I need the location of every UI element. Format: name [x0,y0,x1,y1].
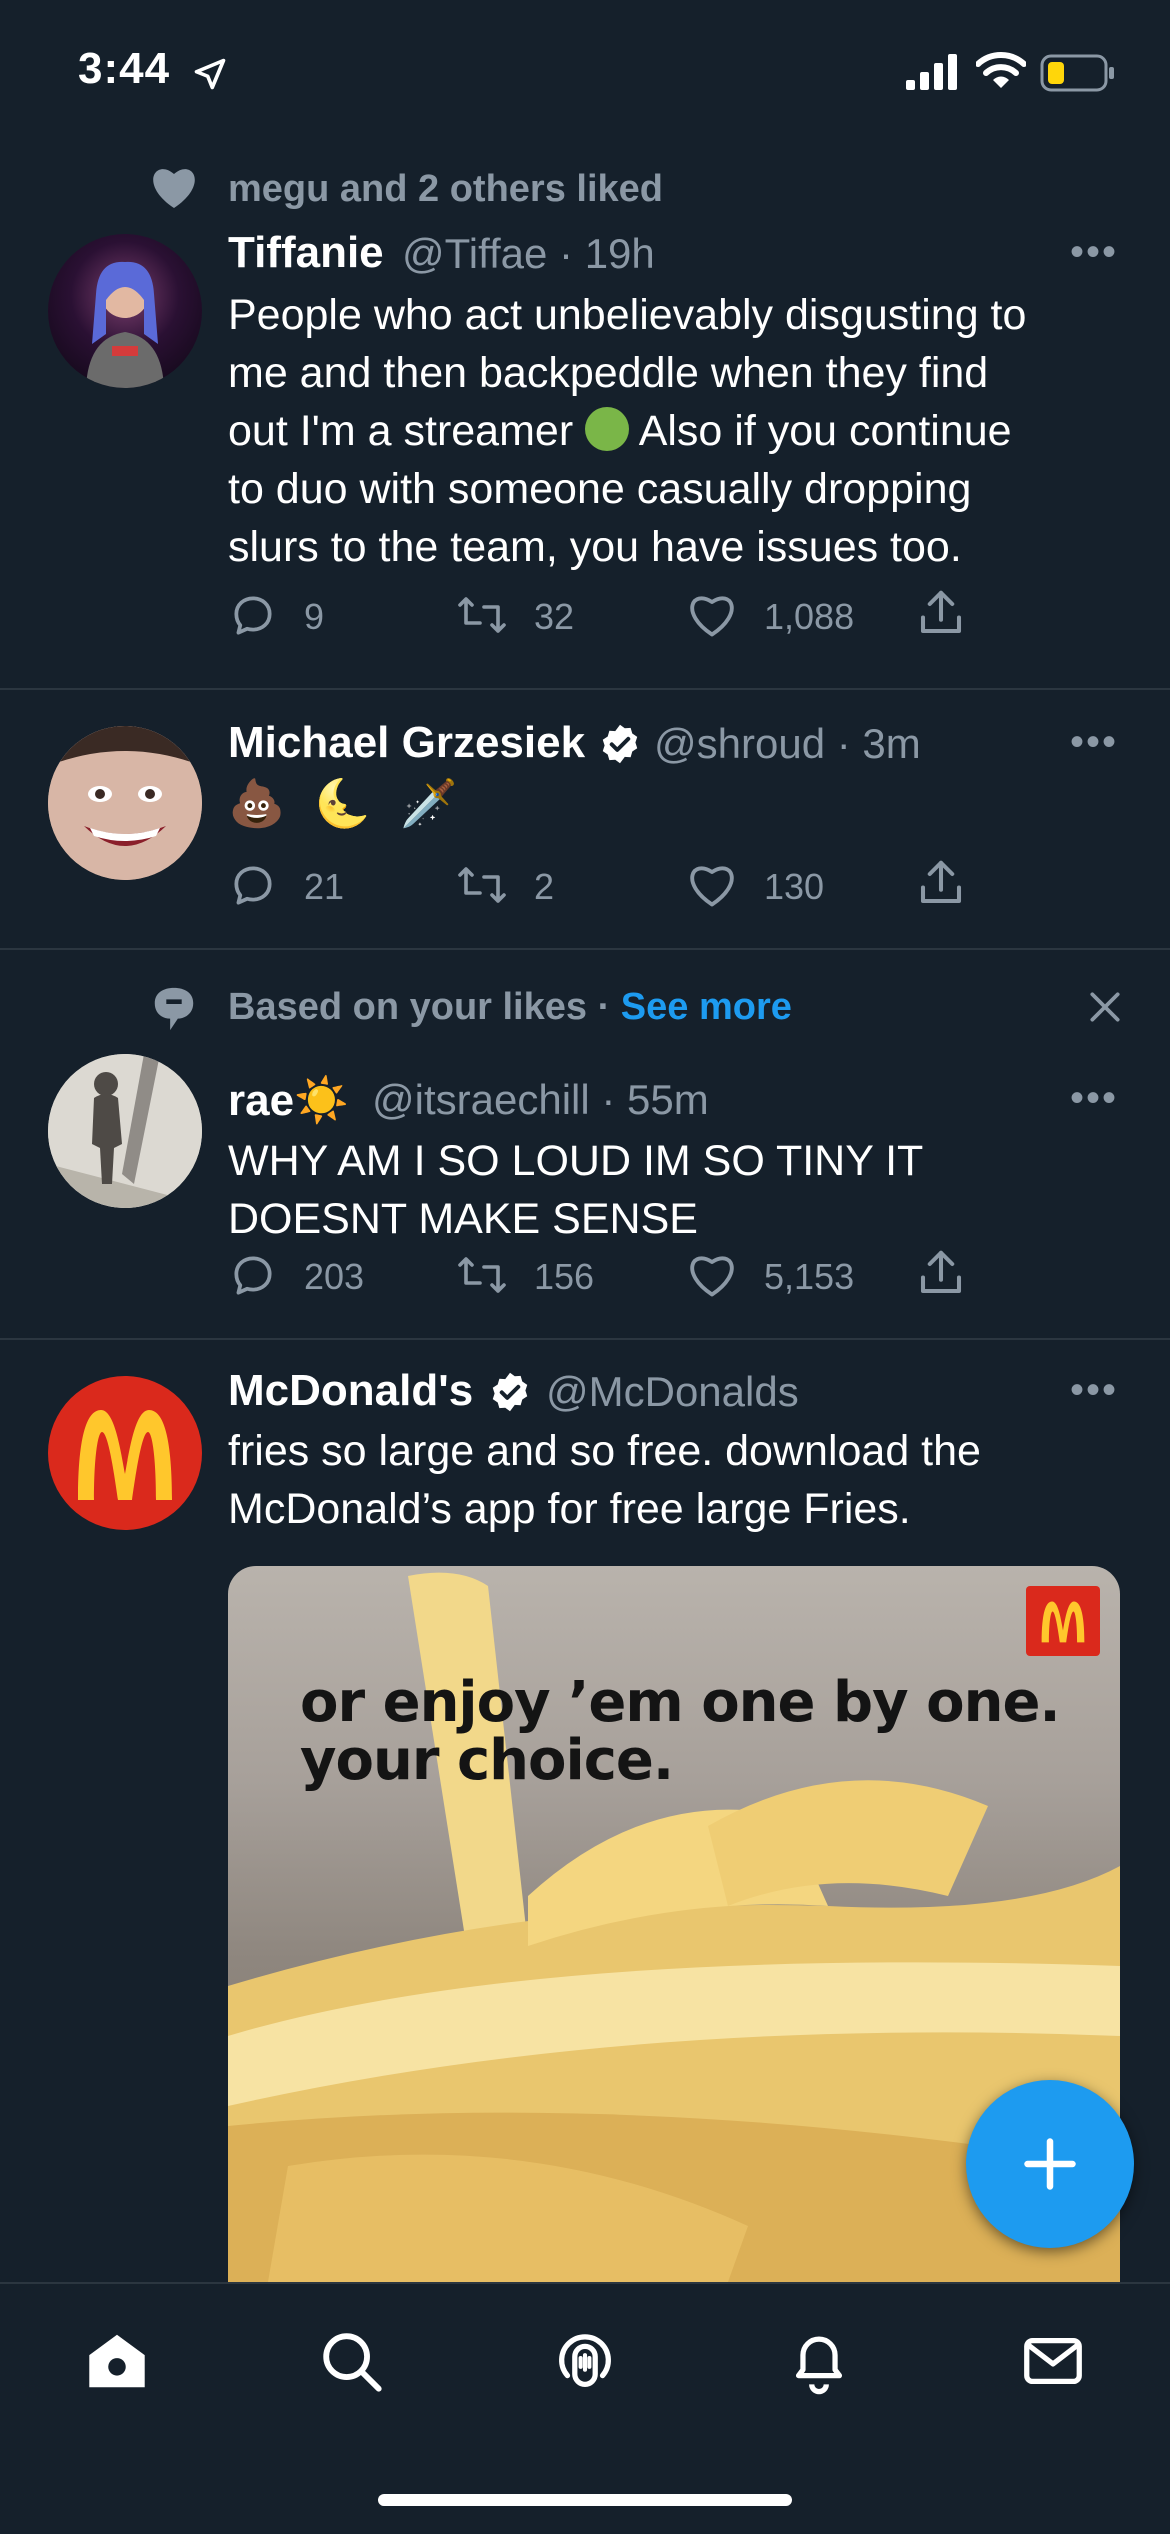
social-context: Based on your likes · See more [228,986,792,1028]
reply-count: 9 [304,596,325,637]
compose-button[interactable] [966,2080,1134,2248]
nauseated-emoji-icon [585,407,630,451]
avatar[interactable] [48,1054,202,1208]
social-context: megu and 2 others liked [228,168,663,210]
author-name[interactable]: Tiffanie [228,228,384,278]
tweet-line: me and then backpeddle when they find [228,349,989,397]
reply-icon [228,1250,278,1300]
like-count: 130 [764,866,825,907]
tweet-line: DOESNT MAKE SENSE [228,1195,698,1243]
status-bar: 3:44 [0,0,1170,150]
tweet-line: WHY AM I SO LOUD IM SO TINY IT [228,1137,924,1185]
tweet-line: out I'm a streamer Also if you continue [228,407,1012,455]
like-icon [686,860,738,910]
signal-icon [906,54,960,90]
location-arrow-icon [192,56,228,92]
see-more-link[interactable]: See more [621,986,792,1028]
tweet-tiffanie[interactable]: megu and 2 others liked Tiffanie @Tiffae… [0,150,1170,688]
heart-icon [150,166,198,210]
home-indicator [378,2494,792,2506]
retweet-count: 2 [534,866,555,907]
media-caption: or enjoy ’em one by one. your choice. [300,1670,1061,1793]
reply-icon [228,590,278,640]
handle-text: @shroud [654,720,826,767]
author-name[interactable]: McDonald's [228,1366,473,1416]
tweet-line: McDonald’s app for free large Fries. [228,1485,911,1533]
tweet-time: 55m [627,1076,709,1123]
tweet-line: to duo with someone casually dropping [228,465,972,513]
tweet-shroud[interactable]: Michael Grzesiek @shroud · 3m ••• 💩 🌜 🗡️… [0,690,1170,948]
tweet-time: 19h [584,230,655,277]
handle-text: @Tiffae [402,230,548,277]
retweet-icon [454,1250,510,1300]
recommendation-icon [150,984,198,1034]
more-icon[interactable]: ••• [1070,720,1118,765]
tweet-text: WHY AM I SO LOUD IM SO TINY IT DOESNT MA… [228,1132,1128,1248]
tweet-time: 3m [862,720,921,767]
battery-icon [1040,54,1116,92]
share-icon[interactable] [914,856,968,910]
search-icon[interactable] [316,2326,386,2396]
media-logo [1026,1586,1100,1656]
tweet-text: 💩 🌜 🗡️ [228,777,466,829]
reply-count: 203 [304,1256,365,1297]
avatar[interactable] [48,726,202,880]
more-icon[interactable]: ••• [1070,230,1118,275]
sun-emoji: ☀️ [294,1076,349,1125]
tweet-line: fries so large and so free. download the [228,1427,981,1475]
tweet-text: fries so large and so free. download the… [228,1422,1128,1538]
reply-count: 21 [304,866,345,907]
like-icon [686,590,738,640]
mail-icon[interactable] [1018,2326,1088,2396]
like-icon [686,1250,738,1300]
retweet-icon [454,860,510,910]
like-count: 1,088 [764,596,855,637]
author-handle[interactable]: @Tiffae · 19h [402,230,655,278]
verified-icon [488,1370,532,1414]
status-time: 3:44 [78,44,171,93]
retweet-icon [454,590,510,640]
compose-icon [1020,2134,1080,2194]
author-name[interactable]: rae☀️ [228,1074,349,1126]
bell-icon[interactable] [784,2326,854,2396]
tweet-rae[interactable]: Based on your likes · See more rae☀️ @it… [0,950,1170,1338]
handle-text: @itsraechill [372,1076,590,1123]
retweet-count: 156 [534,1256,595,1297]
author-handle[interactable]: @McDonalds [546,1368,799,1416]
verified-icon [598,722,642,766]
author-handle[interactable]: @shroud · 3m [654,720,921,768]
tweet-text: People who act unbelievably disgusting t… [228,286,1128,576]
author-name[interactable]: Michael Grzesiek [228,718,585,768]
home-icon[interactable] [82,2326,152,2396]
share-icon[interactable] [914,586,968,640]
tweet-line: slurs to the team, you have issues too. [228,523,962,571]
wifi-icon [976,52,1026,90]
like-count: 5,153 [764,1256,855,1297]
spaces-icon[interactable] [550,2326,620,2396]
more-icon[interactable]: ••• [1070,1076,1118,1121]
tweet-line: People who act unbelievably disgusting t… [228,291,1027,339]
avatar[interactable] [48,234,202,388]
author-handle[interactable]: @itsraechill · 55m [372,1076,709,1124]
more-icon[interactable]: ••• [1070,1368,1118,1413]
share-icon[interactable] [914,1246,968,1300]
close-icon[interactable] [1086,988,1124,1026]
reply-icon [228,860,278,910]
retweet-count: 32 [534,596,575,637]
avatar[interactable] [48,1376,202,1530]
